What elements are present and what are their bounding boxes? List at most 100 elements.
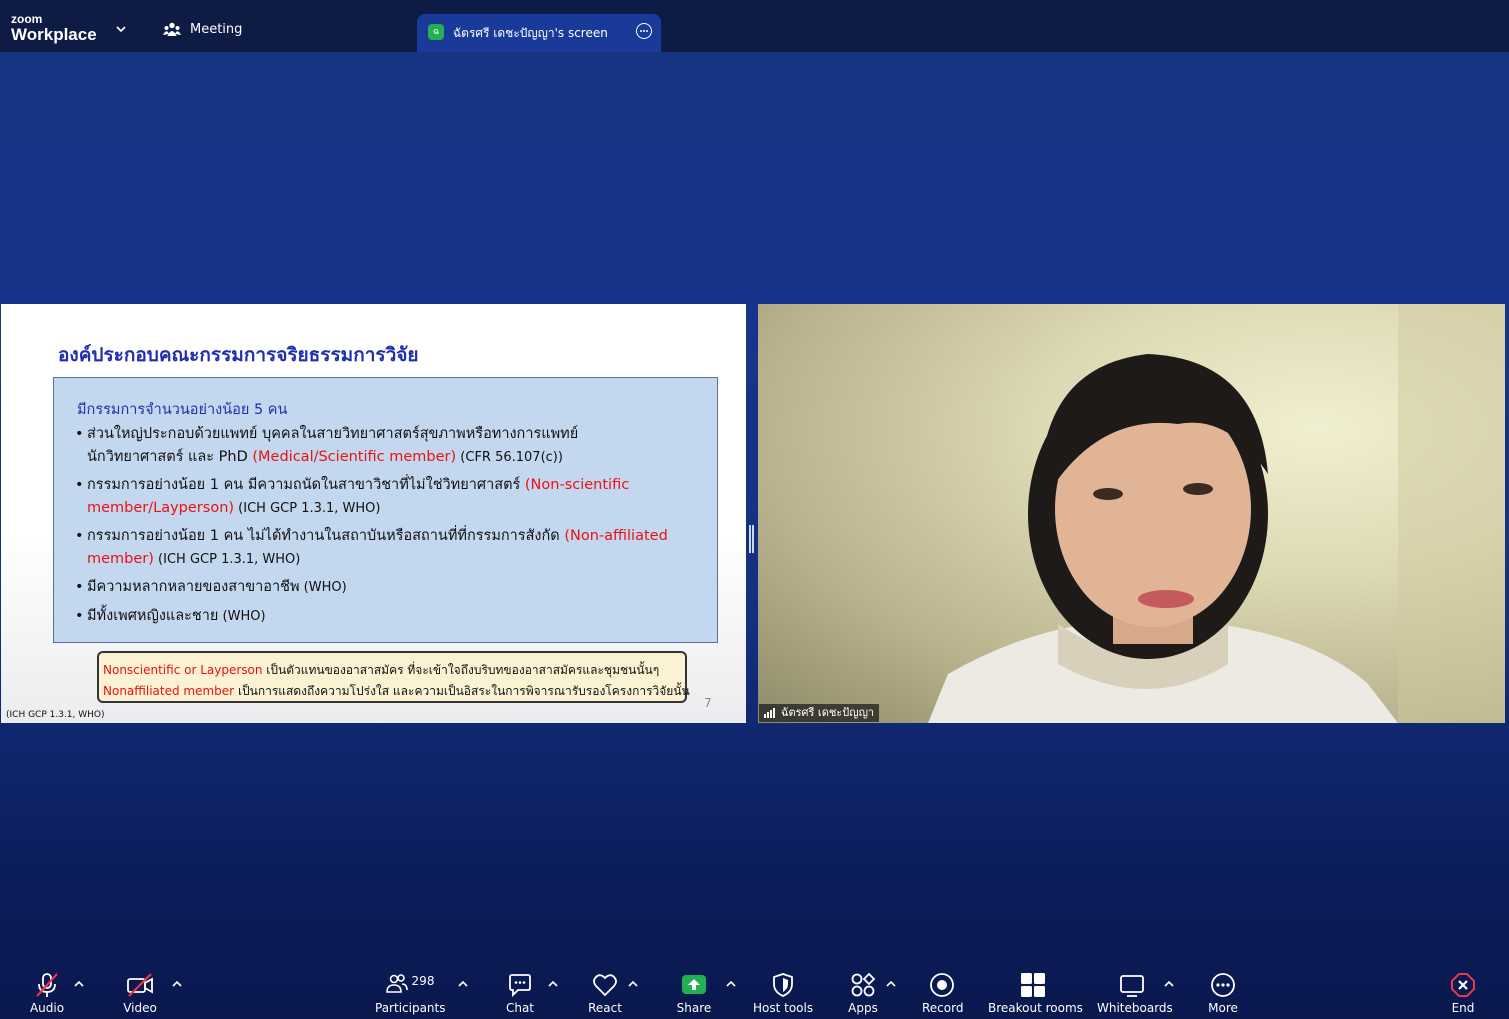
bullet-red-text: member) xyxy=(87,551,154,567)
record-button[interactable]: Record xyxy=(922,972,964,1015)
bullet-item: • มีความหลากหลายของสาขาอาชีพ (WHO) xyxy=(75,576,347,599)
whiteboards-button[interactable]: Whiteboards xyxy=(1097,972,1173,1015)
chevron-up-icon[interactable] xyxy=(628,980,638,988)
ellipsis-icon[interactable] xyxy=(636,23,652,39)
audio-label: Audio xyxy=(29,1001,65,1015)
bullet-ref: (ICH GCP 1.3.1, WHO) xyxy=(153,552,301,567)
bullet-item: • มีทั้งเพศหญิงและชาย (WHO) xyxy=(75,605,266,628)
logo-top-text: zoom xyxy=(11,12,43,26)
bullet-item: • กรรมการอย่างน้อย 1 คน ไม่ได้ทำงานในสถา… xyxy=(75,525,668,571)
end-button[interactable]: End xyxy=(1443,972,1483,1015)
bullet-red-text: (Non-scientific xyxy=(524,477,630,493)
camera-off-icon xyxy=(127,973,153,997)
bullet-ref: (ICH GCP 1.3.1, WHO) xyxy=(234,501,381,516)
bullet-mark: • xyxy=(75,579,84,595)
bullet-ref: (WHO) xyxy=(299,580,347,595)
breakout-rooms-button[interactable]: Breakout rooms xyxy=(988,972,1083,1015)
logo-bottom-text: Workplace xyxy=(11,25,97,44)
zoom-workplace-logo: zoom Workplace xyxy=(11,13,97,43)
bullet-red-text: (Non-affiliated xyxy=(564,528,668,544)
chevron-up-icon[interactable] xyxy=(548,980,558,988)
chevron-up-icon[interactable] xyxy=(726,980,736,988)
slide-content-box: มีกรรมการจำนวนอย่างน้อย 5 คน • ส่วนใหญ่ป… xyxy=(53,377,718,643)
chevron-down-icon[interactable] xyxy=(116,24,126,34)
chevron-up-icon[interactable] xyxy=(172,980,182,988)
note-red-text: Nonscientific or Layperson xyxy=(103,663,263,677)
shield-icon xyxy=(773,973,793,997)
participants-icon-group: 298 xyxy=(375,972,445,998)
share-label: Share xyxy=(676,1001,712,1015)
people-icon xyxy=(385,974,408,993)
whiteboard-icon xyxy=(1120,975,1144,997)
bullet-text: มีความหลากหลายของสาขาอาชีพ xyxy=(87,579,300,595)
video-label: Video xyxy=(123,1001,157,1015)
note-text: เป็นการแสดงถึงความโปร่งใส และความเป็นอิส… xyxy=(234,684,690,698)
chevron-up-icon[interactable] xyxy=(458,980,468,988)
react-label: React xyxy=(588,1001,622,1015)
bullet-mark: • xyxy=(75,528,84,544)
record-label: Record xyxy=(922,1001,964,1015)
bullet-item: • กรรมการอย่างน้อย 1 คน มีความถนัดในสาขา… xyxy=(75,474,629,520)
ellipsis-icon xyxy=(1211,973,1235,997)
bullet-line: member/Layperson) (ICH GCP 1.3.1, WHO) xyxy=(75,497,629,520)
people-icon xyxy=(163,22,181,36)
shared-screen-title: ฉัตรศรี เดชะปัญญา's screen xyxy=(453,26,608,40)
chevron-up-icon[interactable] xyxy=(74,980,84,988)
host-tools-label: Host tools xyxy=(753,1001,814,1015)
slide-page-number: 7 xyxy=(704,696,712,710)
bullet-line: member) (ICH GCP 1.3.1, WHO) xyxy=(75,548,668,571)
bullet-mark: • xyxy=(75,608,84,624)
grid-icon xyxy=(1021,973,1045,997)
chevron-up-icon[interactable] xyxy=(886,980,896,988)
video-button[interactable]: Video xyxy=(120,972,160,1015)
audio-button[interactable]: Audio xyxy=(27,972,67,1015)
participant-name: ฉัตรศรี เดชะปัญญา xyxy=(781,706,875,719)
signal-strength-icon xyxy=(764,708,775,718)
whiteboards-label: Whiteboards xyxy=(1097,1001,1173,1015)
participant-name-tag: ฉัตรศรี เดชะปัญญา xyxy=(759,704,880,722)
bullet-item: • ส่วนใหญ่ประกอบด้วยแพทย์ บุคคลในสายวิทย… xyxy=(75,423,578,469)
share-arrow-icon xyxy=(682,975,706,994)
speaker-video: ฉัตรศรี เดชะปัญญา xyxy=(758,304,1505,723)
box-heading: มีกรรมการจำนวนอย่างน้อย 5 คน xyxy=(77,402,288,418)
speaker-portrait xyxy=(928,304,1505,723)
microphone-muted-icon xyxy=(36,973,58,997)
bullet-text: กรรมการอย่างน้อย 1 คน มีความถนัดในสาขาวิ… xyxy=(87,477,525,493)
bullet-line: ส่วนใหญ่ประกอบด้วยแพทย์ บุคคลในสายวิทยาศ… xyxy=(87,426,579,442)
bullet-line: มีทั้งเพศหญิงและชาย (WHO) xyxy=(75,605,266,628)
slide-title: องค์ประกอบคณะกรรมการจริยธรรมการวิจัย xyxy=(58,344,419,366)
tab-meeting[interactable]: Meeting xyxy=(163,22,242,37)
bullet-line: นักวิทยาศาสตร์ และ PhD (Medical/Scientif… xyxy=(75,446,578,469)
chevron-up-icon[interactable] xyxy=(1164,980,1174,988)
apps-icon xyxy=(851,972,876,997)
bullet-mark: • xyxy=(75,426,84,442)
chat-label: Chat xyxy=(505,1001,535,1015)
bullet-text: มีทั้งเพศหญิงและชาย xyxy=(87,608,219,624)
chat-bubble-icon xyxy=(509,974,531,998)
react-button[interactable]: React xyxy=(585,972,625,1015)
share-button[interactable]: Share xyxy=(674,972,714,1015)
tab-shared-screen[interactable]: ฉ ฉัตรศรี เดชะปัญญา's screen xyxy=(417,14,661,52)
meeting-toolbar: Audio Video 298 Participants Chat React … xyxy=(0,960,1509,1019)
bullet-mark: • xyxy=(75,477,84,493)
apps-button[interactable]: Apps xyxy=(843,972,883,1015)
split-view-handle[interactable] xyxy=(749,525,754,553)
participants-label: Participants xyxy=(375,1001,446,1015)
apps-label: Apps xyxy=(848,1001,878,1015)
note-red-text: Nonaffiliated member xyxy=(103,684,235,698)
bullet-red-text: (Medical/Scientific member) xyxy=(252,449,457,465)
share-avatar-badge: ฉ xyxy=(428,24,444,40)
bullet-ref: (WHO) xyxy=(218,609,266,624)
bullet-red-text: member/Layperson) xyxy=(87,500,235,516)
bullet-line: กรรมการอย่างน้อย 1 คน ไม่ได้ทำงานในสถาบั… xyxy=(75,525,668,548)
host-tools-button[interactable]: Host tools xyxy=(753,972,813,1015)
record-icon xyxy=(930,973,954,997)
end-label: End xyxy=(1451,1001,1475,1015)
note-line: Nonscientific or Layperson เป็นตัวแทนของ… xyxy=(103,661,659,680)
more-button[interactable]: More xyxy=(1203,972,1243,1015)
bullet-ref: (CFR 56.107(c)) xyxy=(456,450,563,465)
participants-button[interactable]: 298 Participants xyxy=(375,972,446,1015)
bullet-line: มีความหลากหลายของสาขาอาชีพ (WHO) xyxy=(75,576,347,599)
chat-button[interactable]: Chat xyxy=(500,972,540,1015)
slide-footer-ref: (ICH GCP 1.3.1, WHO) xyxy=(6,710,105,720)
